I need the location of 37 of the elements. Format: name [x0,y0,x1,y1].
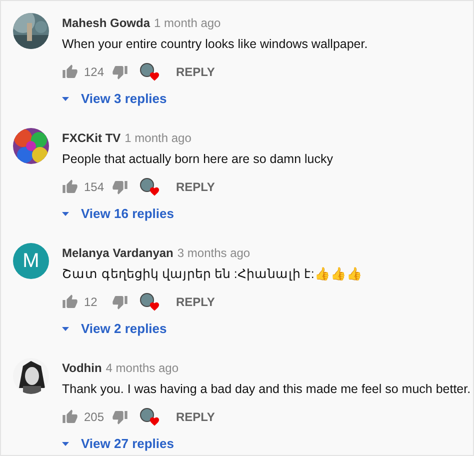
like-count: 205 [84,409,106,426]
comment-text: Thank you. I was having a bad day and this made me feel so much better. [62,381,471,398]
author-name[interactable]: Mahesh Gowda [62,15,150,31]
like-count: 124 [84,64,106,81]
reply-button[interactable]: REPLY [174,408,217,426]
view-replies-link[interactable]: View 2 replies [81,319,167,338]
author-name[interactable]: Vodhin [62,360,102,376]
caret-icon [62,442,69,446]
caret-icon [62,326,69,331]
author-name[interactable]: Melanya Vardanyan [62,245,174,261]
reply-button[interactable]: REPLY [174,293,217,311]
view-replies-link[interactable]: View 27 replies [81,434,174,454]
like-icon[interactable] [62,179,78,195]
view-replies-link[interactable]: View 3 replies [81,89,167,108]
comment-text: When your entire country looks like windows wallpaper. [62,36,368,53]
avatar: M [13,243,49,279]
reply-button[interactable]: REPLY [174,63,217,81]
dislike-icon[interactable] [112,409,128,425]
dislike-icon[interactable] [112,64,128,80]
like-count: 12 [84,294,98,311]
comment-text: Շատ գեղեցիկ վայրեր են :Հիանալի է:👍👍👍 [62,266,362,283]
like-count: 154 [84,179,106,196]
like-icon[interactable] [62,64,78,80]
like-icon[interactable] [62,409,78,425]
caret-icon [62,212,69,216]
comment-time: 1 month ago [154,15,221,31]
view-replies-link[interactable]: View 16 replies [81,204,174,224]
comment-time: 1 month ago [124,130,192,146]
dislike-icon[interactable] [112,179,128,195]
author-name[interactable]: FXCKit TV [62,130,121,146]
dislike-icon[interactable] [112,294,128,310]
caret-icon [62,96,69,101]
reply-button[interactable]: REPLY [174,178,217,196]
comment-time: 3 months ago [177,245,250,261]
comment-time: 4 months ago [106,360,178,376]
comment-text: People that actually born here are so damn lucky [62,151,333,168]
like-icon[interactable] [62,294,78,310]
